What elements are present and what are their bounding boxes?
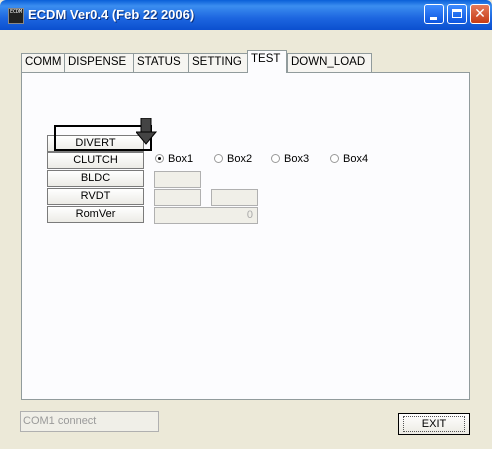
romver-field: 0 [154, 207, 258, 224]
connection-status-box: COM1 connect [20, 411, 159, 432]
close-icon: ✕ [474, 6, 486, 22]
tab-setting[interactable]: SETTING [188, 53, 248, 72]
tab-test[interactable]: TEST [247, 50, 287, 73]
tab-comm[interactable]: COMM [21, 53, 65, 72]
bldc-button[interactable]: BLDC [47, 170, 144, 187]
radio-label: Box2 [227, 153, 253, 165]
close-button[interactable]: ✕ [470, 4, 490, 24]
radio-circle[interactable] [330, 154, 339, 163]
rvdt-button[interactable]: RVDT [47, 188, 144, 205]
minimize-icon [430, 17, 437, 20]
test-tab-panel [21, 72, 470, 400]
app-window: ECDM ECDM Ver0.4 (Feb 22 2006) ✕ COMM DI… [0, 0, 492, 449]
radio-box1[interactable]: Box1 [155, 153, 193, 167]
radio-box2[interactable]: Box2 [214, 153, 252, 167]
rvdt-field-1[interactable] [154, 189, 201, 206]
rvdt-field-2[interactable] [211, 189, 258, 206]
radio-label: Box4 [343, 153, 369, 165]
tab-dispense[interactable]: DISPENSE [64, 53, 134, 72]
romver-button[interactable]: RomVer [47, 206, 144, 223]
radio-label: Box1 [168, 153, 194, 165]
bldc-field[interactable] [154, 171, 201, 188]
tab-down-load[interactable]: DOWN_LOAD [287, 53, 372, 72]
down-arrow-icon [136, 118, 158, 145]
app-icon: ECDM [8, 8, 24, 24]
exit-button[interactable]: EXIT [398, 413, 470, 435]
radio-box3[interactable]: Box3 [271, 153, 309, 167]
radio-label: Box3 [284, 153, 310, 165]
radio-box4[interactable]: Box4 [330, 153, 368, 167]
tab-status[interactable]: STATUS [133, 53, 189, 72]
radio-circle[interactable] [214, 154, 223, 163]
radio-circle[interactable] [271, 154, 280, 163]
maximize-icon [452, 9, 462, 18]
radio-circle[interactable] [155, 154, 164, 163]
exit-label: EXIT [402, 416, 466, 432]
minimize-button[interactable] [424, 4, 444, 24]
window-title: ECDM Ver0.4 (Feb 22 2006) [28, 7, 195, 22]
maximize-button[interactable] [447, 4, 467, 24]
clutch-button[interactable]: CLUTCH [47, 152, 144, 169]
title-bar[interactable]: ECDM ECDM Ver0.4 (Feb 22 2006) ✕ [0, 0, 492, 30]
